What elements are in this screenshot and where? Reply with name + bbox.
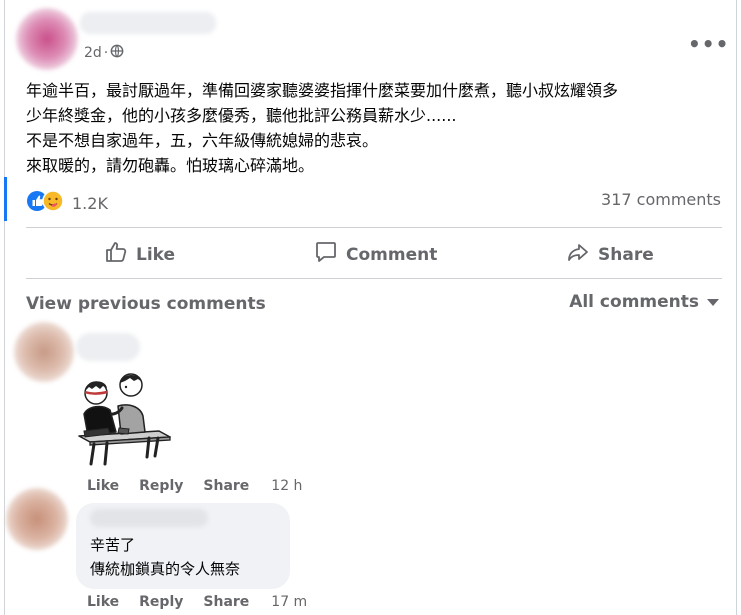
thumbs-up-icon [104, 240, 128, 269]
comments-count[interactable]: 317 comments [601, 190, 721, 209]
share-label: Share [598, 244, 654, 265]
comment-line: 傳統枷鎖真的令人無奈 [90, 560, 241, 578]
comment-actions: Like Reply Share 17 m [87, 594, 327, 610]
post-line: 來取暖的，請勿砲轟。怕玻璃心碎滿地。 [26, 156, 315, 175]
comment-actions: Like Reply Share 12 h [87, 478, 322, 494]
author-avatar[interactable] [16, 8, 78, 70]
comment-time[interactable]: 12 h [271, 478, 302, 494]
comments-filter-label: All comments [569, 292, 699, 312]
commenter-name[interactable] [76, 333, 140, 361]
comment-share-button[interactable]: Share [203, 478, 249, 494]
share-button[interactable]: Share [566, 240, 654, 269]
commenter-avatar[interactable] [14, 322, 74, 382]
like-label: Like [136, 244, 176, 265]
post-body: 年逾半百，最討厭過年，準備回婆家聽婆婆指揮什麼菜要加什麼煮，聽小叔炫耀領多 少年… [26, 78, 730, 178]
divider-top [26, 227, 722, 228]
meta-separator: · [103, 45, 109, 61]
post-line: 少年終獎金，他的小孩多麼優秀，聽他批評公務員薪水少...... [26, 106, 457, 125]
post-meta: 2d · [84, 44, 124, 62]
reactions-summary[interactable]: 1.2K [26, 190, 108, 216]
caret-down-icon [707, 292, 719, 312]
commenter-avatar[interactable] [6, 488, 68, 550]
focus-indicator [4, 177, 7, 221]
comment-share-button[interactable]: Share [203, 594, 249, 610]
view-previous-comments-link[interactable]: View previous comments [26, 294, 266, 314]
like-reaction-icon [26, 190, 66, 216]
post-line: 年逾半百，最討厭過年，準備回婆家聽婆婆指揮什麼菜要加什麼煮，聽小叔炫耀領多 [26, 81, 619, 100]
author-name[interactable] [80, 12, 216, 34]
like-button[interactable]: Like [104, 240, 175, 269]
commenter-name[interactable] [90, 509, 208, 527]
comment-time[interactable]: 17 m [271, 594, 307, 610]
comment-reply-button[interactable]: Reply [139, 594, 183, 610]
comment-like-button[interactable]: Like [87, 594, 119, 610]
reaction-count: 1.2K [72, 193, 108, 213]
comment-line: 辛苦了 [90, 536, 136, 554]
globe-icon [110, 44, 124, 62]
comments-filter-dropdown[interactable]: All comments [569, 292, 719, 312]
friends-on-bench-sticker [74, 368, 174, 472]
comment-like-button[interactable]: Like [87, 478, 119, 494]
comment-text: 辛苦了 傳統枷鎖真的令人無奈 [90, 533, 240, 581]
ellipsis-icon[interactable]: ••• [688, 32, 729, 56]
divider-bottom [26, 278, 722, 279]
comment-reply-button[interactable]: Reply [139, 478, 183, 494]
comment-button[interactable]: Comment [314, 240, 437, 269]
comment-label: Comment [346, 244, 438, 265]
post-line: 不是不想自家過年，五，六年級傳統媳婦的悲哀。 [26, 131, 379, 150]
post-time[interactable]: 2d [84, 45, 102, 61]
comment-bubble-icon [314, 240, 338, 269]
share-arrow-icon [566, 240, 590, 269]
